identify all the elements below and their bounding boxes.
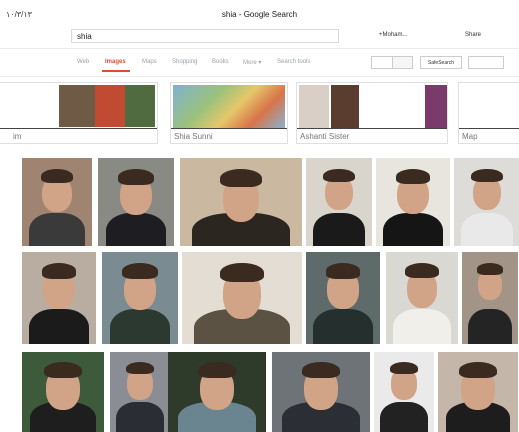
image-result[interactable] (386, 252, 458, 344)
figure-clothing (29, 212, 85, 246)
related-search-card[interactable]: Ashanti Sister (296, 82, 448, 144)
figure-hair (44, 361, 82, 379)
image-result[interactable] (110, 352, 170, 432)
related-divider (297, 128, 447, 129)
image-result[interactable] (462, 252, 518, 344)
header-divider (0, 48, 519, 49)
safesearch-button[interactable]: SafeSearch (420, 56, 462, 69)
image-result[interactable] (168, 352, 266, 432)
figure-hair (389, 361, 419, 375)
figure-clothing (313, 309, 373, 344)
related-label: im (13, 132, 22, 141)
related-map-thumb (173, 85, 285, 129)
image-result[interactable] (180, 158, 302, 246)
related-search-card[interactable]: im (0, 82, 158, 144)
tab-web[interactable]: Web (77, 59, 89, 65)
view-option-2[interactable] (392, 57, 412, 68)
image-result[interactable] (22, 352, 104, 432)
figure-hair (302, 361, 340, 379)
figure-hair (125, 361, 155, 375)
related-thumb (125, 85, 155, 127)
figure-hair (325, 263, 361, 279)
figure-hair (405, 263, 439, 279)
active-tab-indicator (102, 70, 130, 72)
related-search-card[interactable]: Shia Sunni (170, 82, 288, 144)
image-result[interactable] (22, 158, 92, 246)
tab-more[interactable]: More ▾ (243, 59, 261, 66)
figure-clothing (116, 401, 164, 432)
related-search-card[interactable]: Map (458, 82, 519, 144)
figure-face (478, 270, 502, 300)
figure-clothing (109, 309, 171, 344)
related-thumb (331, 85, 359, 129)
figure-hair (323, 168, 355, 183)
tab-images[interactable]: Images (105, 59, 126, 65)
figure-clothing (105, 212, 167, 246)
figure-hair (476, 263, 504, 275)
figure-hair (122, 263, 158, 279)
view-option-1[interactable] (372, 57, 393, 68)
figure-hair (41, 263, 77, 279)
view-toggle[interactable] (371, 56, 413, 69)
image-result[interactable] (376, 158, 450, 246)
figure-hair (198, 361, 236, 379)
image-result[interactable] (438, 352, 518, 432)
image-result[interactable] (306, 252, 380, 344)
image-result[interactable] (98, 158, 174, 246)
tab-shopping[interactable]: Shopping (172, 59, 197, 65)
figure-hair (459, 361, 497, 379)
figure-hair (220, 263, 264, 283)
image-result[interactable] (182, 252, 302, 344)
figure-clothing (380, 401, 428, 432)
search-input[interactable]: shia (71, 29, 339, 43)
tab-books[interactable]: Books (212, 59, 229, 65)
image-result[interactable] (102, 252, 178, 344)
related-thumb (299, 85, 329, 129)
figure-clothing (393, 309, 451, 344)
image-result[interactable] (272, 352, 370, 432)
figure-clothing (312, 212, 366, 246)
figure-hair (118, 168, 154, 185)
image-result[interactable] (454, 158, 519, 246)
related-thumb (59, 85, 95, 127)
related-label: Shia Sunni (174, 132, 213, 141)
toolbar-divider (0, 76, 519, 77)
related-thumb (95, 85, 125, 127)
related-divider (0, 128, 157, 129)
related-label: Map (462, 132, 478, 141)
figure-hair (395, 168, 431, 185)
figure-hair (40, 168, 74, 184)
figure-clothing (467, 309, 513, 344)
figure-hair (220, 168, 262, 188)
image-result[interactable] (22, 252, 96, 344)
image-result[interactable] (374, 352, 434, 432)
related-thumb (425, 85, 447, 129)
settings-button[interactable] (468, 56, 504, 69)
figure-clothing (383, 212, 443, 246)
figure-hair (471, 168, 503, 183)
figure-clothing (29, 309, 89, 344)
related-label: Ashanti Sister (300, 132, 350, 141)
share-link[interactable]: Share (465, 32, 481, 38)
tab-search-tools[interactable]: Search tools (277, 59, 310, 65)
tab-maps[interactable]: Maps (142, 59, 157, 65)
related-divider (459, 128, 519, 129)
image-result[interactable] (306, 158, 372, 246)
figure-clothing (460, 212, 514, 246)
related-divider (171, 128, 287, 129)
user-link[interactable]: +Moham... (379, 32, 408, 38)
page-title: shia - Google Search (221, 10, 298, 19)
